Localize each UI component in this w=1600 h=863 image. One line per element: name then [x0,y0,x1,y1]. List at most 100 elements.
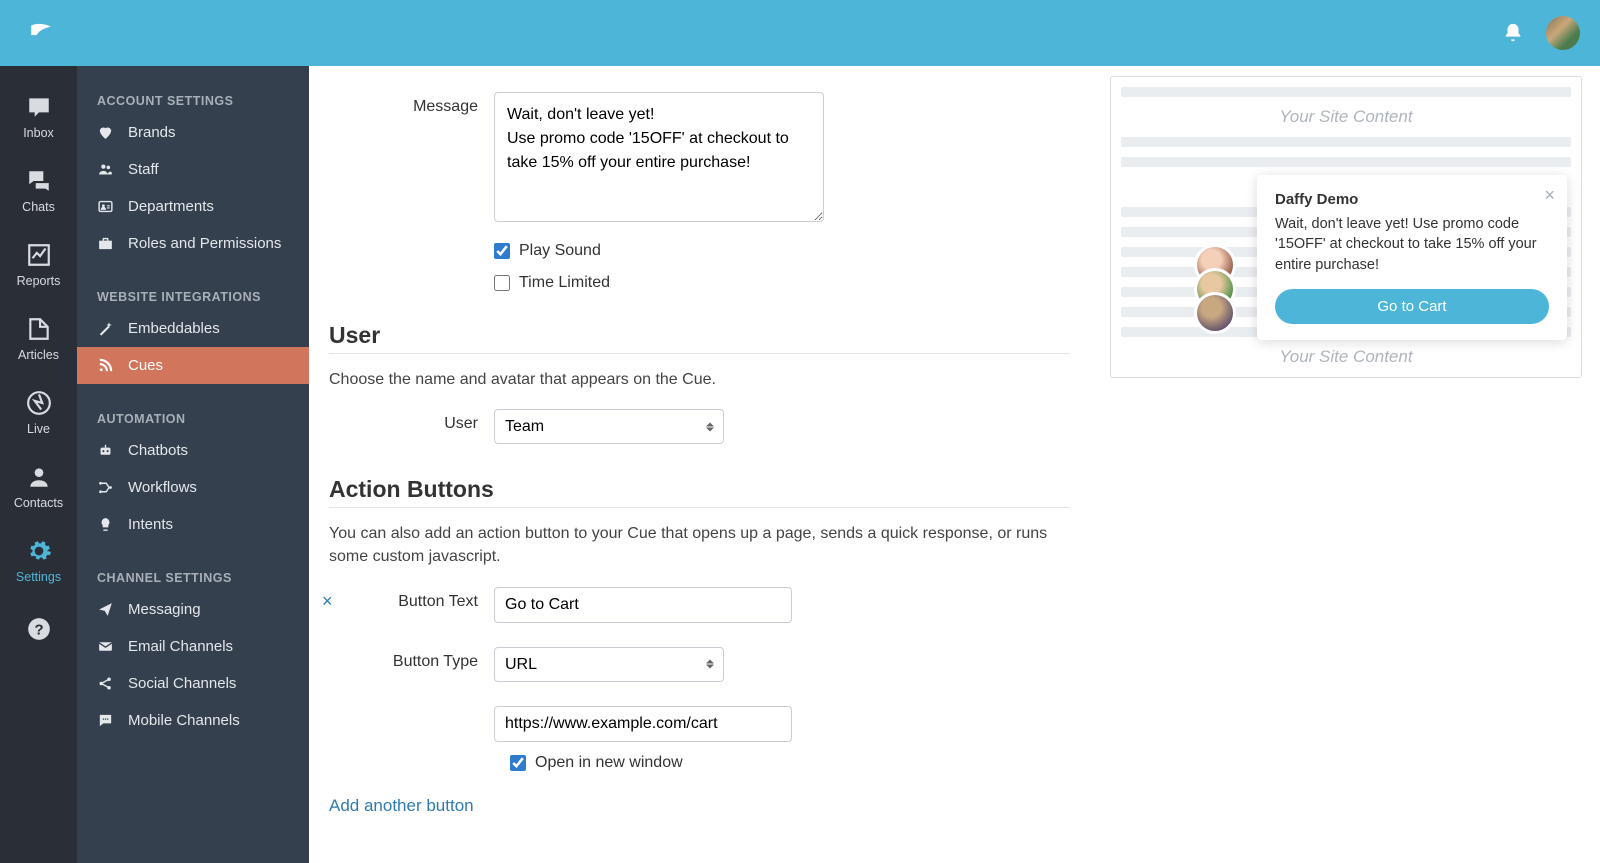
reports-icon [26,242,52,268]
heart-icon [97,124,114,141]
site-placeholder: Your Site Content [1121,107,1571,127]
nav-articles[interactable]: Articles [0,302,77,376]
sidebar-item-label: Brands [128,124,176,141]
send-icon [97,601,114,618]
topbar [0,0,1600,66]
sidebar-item-departments[interactable]: Departments [77,188,309,225]
message-textarea[interactable]: Wait, don't leave yet! Use promo code '1… [494,92,824,222]
help-icon: ? [26,616,52,642]
sidebar-item-label: Embeddables [128,320,220,337]
nav-inbox[interactable]: Inbox [0,80,77,154]
button-text-input[interactable] [494,587,792,623]
sidebar-heading: WEBSITE INTEGRATIONS [77,280,309,310]
nav-label: Live [27,422,50,436]
team-avatar [1194,292,1236,334]
user-label: User [329,409,494,433]
nav-live[interactable]: Live [0,376,77,450]
nav-label: Reports [17,274,61,288]
nav-label: Settings [16,570,61,584]
sidebar-item-label: Departments [128,198,214,215]
nav-contacts[interactable]: Contacts [0,450,77,524]
sidebar-item-embeddables[interactable]: Embeddables [77,310,309,347]
user-section-help: Choose the name and avatar that appears … [329,368,1070,391]
nav-reports[interactable]: Reports [0,228,77,302]
url-input[interactable] [494,706,792,742]
message-label: Message [329,92,494,116]
sidebar-item-label: Social Channels [128,675,236,692]
action-section-help: You can also add an action button to you… [329,522,1070,568]
open-new-window-label: Open in new window [535,754,683,772]
settings-sidebar: ACCOUNT SETTINGS Brands Staff Department… [77,66,309,863]
sms-icon [97,712,114,729]
sidebar-item-label: Messaging [128,601,201,618]
cue-preview-panel: Your Site Content Your Site Content Your… [1110,66,1600,863]
user-select[interactable]: Team [494,409,724,444]
wand-icon [97,320,114,337]
sidebar-heading: CHANNEL SETTINGS [77,561,309,591]
sidebar-item-label: Cues [128,357,163,374]
user-section-title: User [329,322,1070,349]
time-limited-label: Time Limited [519,274,610,292]
articles-icon [26,316,52,342]
sidebar-item-label: Staff [128,161,159,178]
sidebar-item-cues[interactable]: Cues [77,347,309,384]
lightbulb-icon [97,516,114,533]
sidebar-item-brands[interactable]: Brands [77,114,309,151]
nav-label: Inbox [23,126,54,140]
button-text-label: Button Text [329,587,494,611]
sidebar-item-staff[interactable]: Staff [77,151,309,188]
button-type-label: Button Type [329,647,494,671]
nav-chats[interactable]: Chats [0,154,77,228]
close-icon[interactable]: × [1544,185,1555,206]
divider [329,353,1070,354]
remove-button-icon[interactable]: × [322,591,333,612]
svg-text:?: ? [34,621,43,638]
nav-settings[interactable]: Settings [0,524,77,598]
sidebar-item-chatbots[interactable]: Chatbots [77,432,309,469]
notifications-icon[interactable] [1502,22,1524,44]
chats-icon [26,168,52,194]
settings-icon [26,538,52,564]
nav-rail: Inbox Chats Reports Articles Live Contac… [0,66,77,863]
button-type-select[interactable]: URL [494,647,724,682]
envelope-icon [97,638,114,655]
briefcase-icon [97,235,114,252]
sidebar-item-label: Workflows [128,479,197,496]
site-placeholder: Your Site Content [1121,347,1571,367]
contacts-icon [26,464,52,490]
action-button-block: × Button Text Button Type URL [329,581,1070,776]
sidebar-item-workflows[interactable]: Workflows [77,469,309,506]
open-new-window-checkbox[interactable] [510,755,526,771]
nav-label: Contacts [14,496,63,510]
sidebar-item-social[interactable]: Social Channels [77,665,309,702]
sidebar-item-messaging[interactable]: Messaging [77,591,309,628]
workflow-icon [97,479,114,496]
add-another-button-link[interactable]: Add another button [329,796,474,816]
preview-box: Your Site Content Your Site Content Your… [1110,76,1582,378]
sidebar-item-email[interactable]: Email Channels [77,628,309,665]
cue-preview-body: Wait, don't leave yet! Use promo code '1… [1275,214,1549,275]
sidebar-item-label: Mobile Channels [128,712,240,729]
rss-icon [97,357,114,374]
sidebar-item-label: Chatbots [128,442,188,459]
robot-icon [97,442,114,459]
people-icon [97,161,114,178]
sidebar-item-mobile[interactable]: Mobile Channels [77,702,309,739]
cue-preview-button[interactable]: Go to Cart [1275,289,1549,324]
id-card-icon [97,198,114,215]
nav-help[interactable]: ? [0,602,77,656]
sidebar-item-label: Email Channels [128,638,233,655]
sidebar-item-intents[interactable]: Intents [77,506,309,543]
nav-label: Articles [18,348,59,362]
nav-label: Chats [22,200,55,214]
live-icon [26,390,52,416]
divider [329,507,1070,508]
time-limited-checkbox[interactable] [494,275,510,291]
sidebar-item-label: Roles and Permissions [128,235,281,252]
sidebar-heading: ACCOUNT SETTINGS [77,84,309,114]
user-avatar[interactable] [1546,16,1580,50]
sidebar-item-roles[interactable]: Roles and Permissions [77,225,309,262]
play-sound-checkbox[interactable] [494,243,510,259]
inbox-icon [26,94,52,120]
avatar-stack [1194,244,1236,334]
